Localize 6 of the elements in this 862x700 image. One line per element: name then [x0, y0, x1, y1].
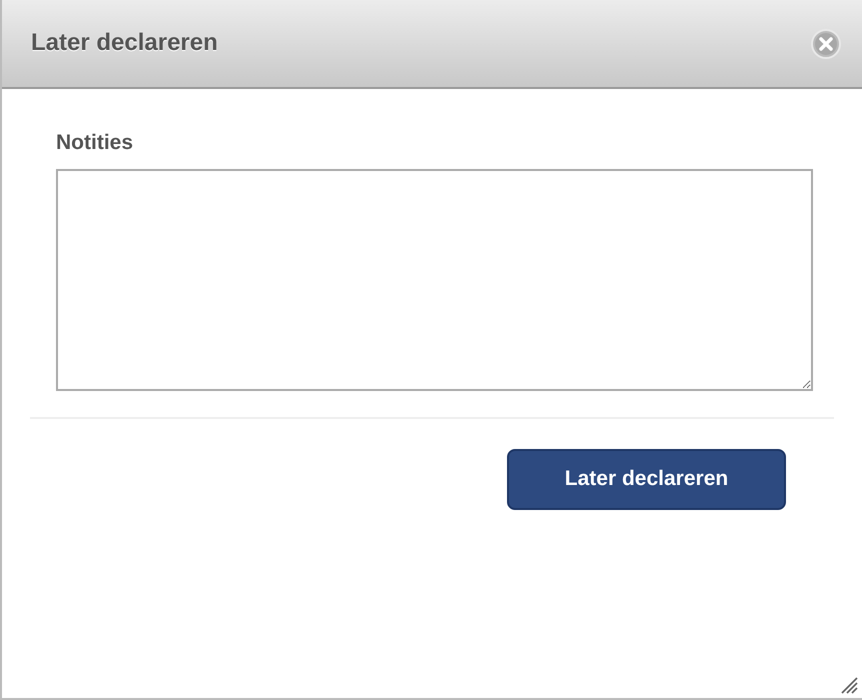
close-button[interactable] — [810, 28, 842, 60]
dialog-title: Later declareren — [31, 29, 218, 58]
notes-label: Notities — [56, 130, 134, 156]
later-declareren-button[interactable]: Later declareren — [507, 448, 786, 510]
resize-grip-icon[interactable] — [840, 676, 858, 694]
notes-field[interactable] — [56, 168, 813, 390]
